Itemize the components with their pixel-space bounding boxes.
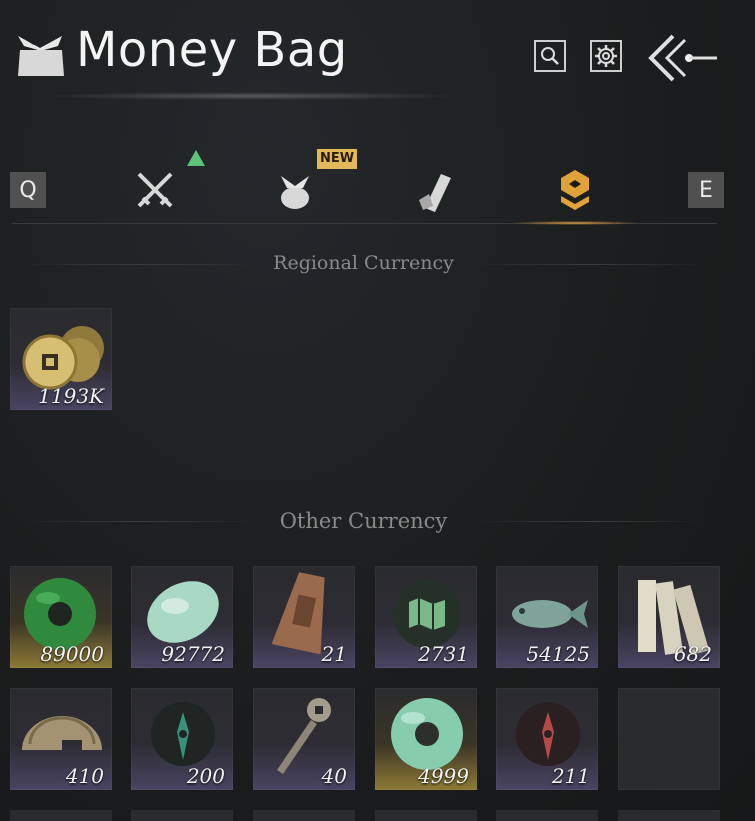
page-title: Money Bag — [76, 22, 348, 78]
category-tabs: Q E — [0, 140, 755, 230]
item-count: 54125 — [526, 642, 590, 666]
currency-slot-coin-sword[interactable]: 40 — [253, 688, 355, 790]
item-count: 200 — [186, 764, 225, 788]
currency-slot-green-jade-ring[interactable]: 89000 — [10, 566, 112, 668]
next-tab-key[interactable]: E — [688, 172, 724, 208]
tab-equipment[interactable] — [125, 160, 185, 220]
tab-bundles[interactable] — [265, 160, 325, 220]
money-bag-icon — [18, 35, 64, 76]
scroll-icon — [419, 174, 451, 212]
currency-slot-jade-fish[interactable]: 54125 — [496, 566, 598, 668]
currency-slot-green-flame[interactable]: 200 — [131, 688, 233, 790]
item-count: 1193K — [38, 384, 104, 408]
gear-icon — [595, 45, 617, 67]
currency-slot-empty — [618, 688, 720, 790]
tab-scrolls[interactable] — [405, 160, 465, 220]
title-underline — [40, 92, 460, 100]
currency-slot-paper-slips[interactable]: 682 — [618, 566, 720, 668]
currency-slot-red-flame[interactable]: 211 — [496, 688, 598, 790]
currency-slot-bronze-token[interactable]: 21 — [253, 566, 355, 668]
regional-currency-heading: Regional Currency — [273, 252, 454, 274]
new-badge: NEW — [317, 149, 358, 169]
prev-tab-key[interactable]: Q — [10, 172, 46, 208]
crossed-swords-icon — [137, 172, 173, 208]
search-icon — [541, 47, 559, 65]
currency-slot-pale-jade-stone[interactable]: 92772 — [131, 566, 233, 668]
bundle-icon — [281, 176, 309, 209]
back-arrow-icon[interactable] — [645, 30, 721, 86]
active-tab-indicator — [510, 221, 640, 225]
currency-icon — [561, 170, 589, 210]
item-count: 682 — [673, 642, 712, 666]
upgrade-arrow-icon — [187, 150, 205, 166]
item-count: 2731 — [418, 642, 469, 666]
item-count: 410 — [65, 764, 104, 788]
currency-slot-copper-coins[interactable]: 1193K — [10, 308, 112, 410]
settings-button[interactable] — [590, 40, 622, 72]
currency-slot-map[interactable]: 2731 — [375, 566, 477, 668]
next-row-peek — [10, 810, 720, 821]
search-button[interactable] — [534, 40, 566, 72]
currency-slot-light-jade-ring[interactable]: 4999 — [375, 688, 477, 790]
item-count: 4999 — [418, 764, 469, 788]
item-count: 40 — [321, 764, 347, 788]
item-count: 21 — [321, 642, 347, 666]
item-count: 211 — [551, 764, 590, 788]
other-currency-heading: Other Currency — [279, 509, 448, 533]
item-count: 89000 — [40, 642, 104, 666]
tab-currency[interactable] — [545, 160, 605, 220]
item-count: 92772 — [161, 642, 225, 666]
currency-slot-half-coin[interactable]: 410 — [10, 688, 112, 790]
